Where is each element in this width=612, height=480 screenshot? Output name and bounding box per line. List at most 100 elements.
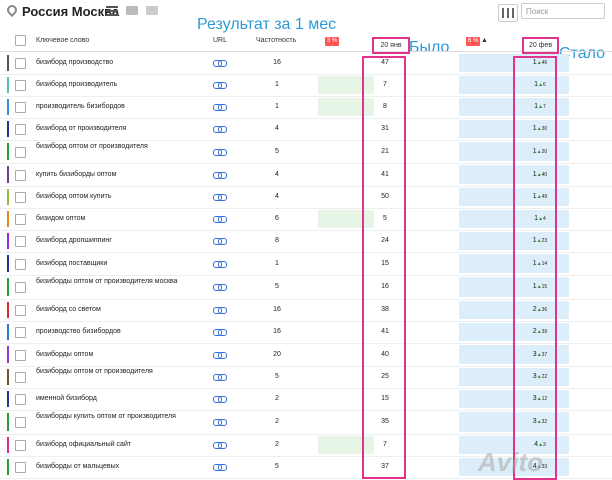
- link-icon[interactable]: [213, 261, 227, 268]
- after-column-highlight: [513, 56, 557, 480]
- table-header: Ключевое слово URL Частотность 3 % 20 ян…: [0, 30, 612, 54]
- row-color-marker: [7, 459, 9, 475]
- row-checkbox[interactable]: [15, 259, 26, 270]
- frequency-cell: 16: [273, 306, 281, 313]
- link-icon[interactable]: [213, 104, 227, 111]
- link-icon[interactable]: [213, 374, 227, 381]
- row-checkbox[interactable]: [15, 282, 26, 293]
- frequency-cell: 2: [275, 418, 279, 425]
- row-checkbox[interactable]: [15, 236, 26, 247]
- keyword-cell[interactable]: бизиборд поставщики: [36, 259, 196, 269]
- row-checkbox[interactable]: [15, 327, 26, 338]
- keyword-cell[interactable]: бизиборды оптом от производителя москва: [36, 277, 196, 287]
- row-checkbox[interactable]: [15, 305, 26, 316]
- link-icon[interactable]: [213, 352, 227, 359]
- row-color-marker: [7, 166, 9, 183]
- row-checkbox[interactable]: [15, 394, 26, 405]
- keyword-cell[interactable]: бизиборд производство: [36, 58, 196, 68]
- frequency-cell: 2: [275, 441, 279, 448]
- link-icon[interactable]: [213, 464, 227, 471]
- row-color-marker: [7, 189, 9, 205]
- keyword-cell[interactable]: производитель бизибордов: [36, 102, 196, 112]
- keyword-cell[interactable]: бизиборд со светом: [36, 305, 196, 315]
- row-checkbox[interactable]: [15, 124, 26, 135]
- row-color-marker: [7, 77, 9, 93]
- row-color-marker: [7, 324, 9, 340]
- frequency-cell: 16: [273, 328, 281, 335]
- keyword-cell[interactable]: бизиборд от производителя: [36, 124, 196, 134]
- link-icon[interactable]: [213, 126, 227, 133]
- keyword-cell[interactable]: бизиборд производитель: [36, 80, 196, 90]
- keyword-cell[interactable]: именной бизиборд: [36, 394, 196, 404]
- link-icon[interactable]: [213, 216, 227, 223]
- row-color-marker: [7, 413, 9, 431]
- header-frequency[interactable]: Частотность: [256, 37, 296, 44]
- row-checkbox[interactable]: [15, 417, 26, 428]
- keyword-cell[interactable]: производство бизибордов: [36, 327, 196, 337]
- link-icon[interactable]: [213, 396, 227, 403]
- row-color-marker: [7, 369, 9, 385]
- link-icon[interactable]: [213, 149, 227, 156]
- list-view-icon[interactable]: [106, 6, 118, 16]
- row-checkbox[interactable]: [15, 350, 26, 361]
- row-checkbox[interactable]: [15, 170, 26, 181]
- columns-toggle-button[interactable]: [498, 4, 518, 22]
- keyword-cell[interactable]: бизиборд оптом купить: [36, 192, 196, 202]
- keyword-cell[interactable]: бизиборд оптом от производителя: [36, 142, 196, 152]
- row-checkbox[interactable]: [15, 440, 26, 451]
- link-icon[interactable]: [213, 60, 227, 67]
- row-color-marker: [7, 302, 9, 318]
- row-checkbox[interactable]: [15, 80, 26, 91]
- link-icon[interactable]: [213, 194, 227, 201]
- link-icon[interactable]: [213, 284, 227, 291]
- keyword-cell[interactable]: бизиборды оптом от производителя: [36, 367, 196, 377]
- page-title: Россия Москва: [22, 4, 120, 19]
- keyword-cell[interactable]: бизиборды от мальцевых: [36, 462, 196, 472]
- search-input[interactable]: Поиск: [521, 3, 605, 19]
- select-all-checkbox[interactable]: [15, 35, 26, 46]
- frequency-cell: 1: [275, 81, 279, 88]
- frequency-cell: 6: [275, 215, 279, 222]
- keyword-cell[interactable]: бизидом оптом: [36, 214, 196, 224]
- folder-icon-secondary[interactable]: [146, 6, 158, 15]
- link-icon[interactable]: [213, 238, 227, 245]
- row-checkbox[interactable]: [15, 462, 26, 473]
- link-icon[interactable]: [213, 442, 227, 449]
- row-color-marker: [7, 437, 9, 453]
- sort-arrow-icon[interactable]: ▲: [481, 37, 488, 44]
- folder-icon[interactable]: [126, 6, 138, 15]
- location-pin-icon: [4, 2, 20, 18]
- row-color-marker: [7, 391, 9, 407]
- link-icon[interactable]: [213, 82, 227, 89]
- row-color-marker: [7, 255, 9, 272]
- link-icon[interactable]: [213, 329, 227, 336]
- row-color-marker: [7, 99, 9, 115]
- row-checkbox[interactable]: [15, 372, 26, 383]
- link-icon[interactable]: [213, 419, 227, 426]
- row-color-marker: [7, 143, 9, 160]
- frequency-cell: 5: [275, 148, 279, 155]
- keyword-cell[interactable]: бизиборды оптом: [36, 350, 196, 360]
- row-color-marker: [7, 211, 9, 227]
- frequency-cell: 8: [275, 237, 279, 244]
- row-color-marker: [7, 278, 9, 296]
- row-checkbox[interactable]: [15, 147, 26, 158]
- frequency-cell: 20: [273, 351, 281, 358]
- change-badge-1: 3 %: [325, 37, 340, 46]
- row-checkbox[interactable]: [15, 192, 26, 203]
- row-checkbox[interactable]: [15, 214, 26, 225]
- link-icon[interactable]: [213, 172, 227, 179]
- keyword-cell[interactable]: купить бизиборды оптом: [36, 170, 196, 180]
- row-checkbox[interactable]: [15, 102, 26, 113]
- keyword-cell[interactable]: бизиборды купить оптом от производителя: [36, 412, 196, 422]
- keyword-cell[interactable]: бизиборд официальный сайт: [36, 440, 196, 450]
- link-icon[interactable]: [213, 307, 227, 314]
- header-url[interactable]: URL: [213, 37, 227, 44]
- frequency-cell: 1: [275, 103, 279, 110]
- row-checkbox[interactable]: [15, 58, 26, 69]
- row-color-marker: [7, 121, 9, 137]
- header-keyword[interactable]: Ключевое слово: [36, 37, 89, 44]
- frequency-cell: 4: [275, 171, 279, 178]
- keyword-cell[interactable]: бизиборд дропшиппинг: [36, 236, 196, 246]
- before-column-highlight: [362, 56, 406, 479]
